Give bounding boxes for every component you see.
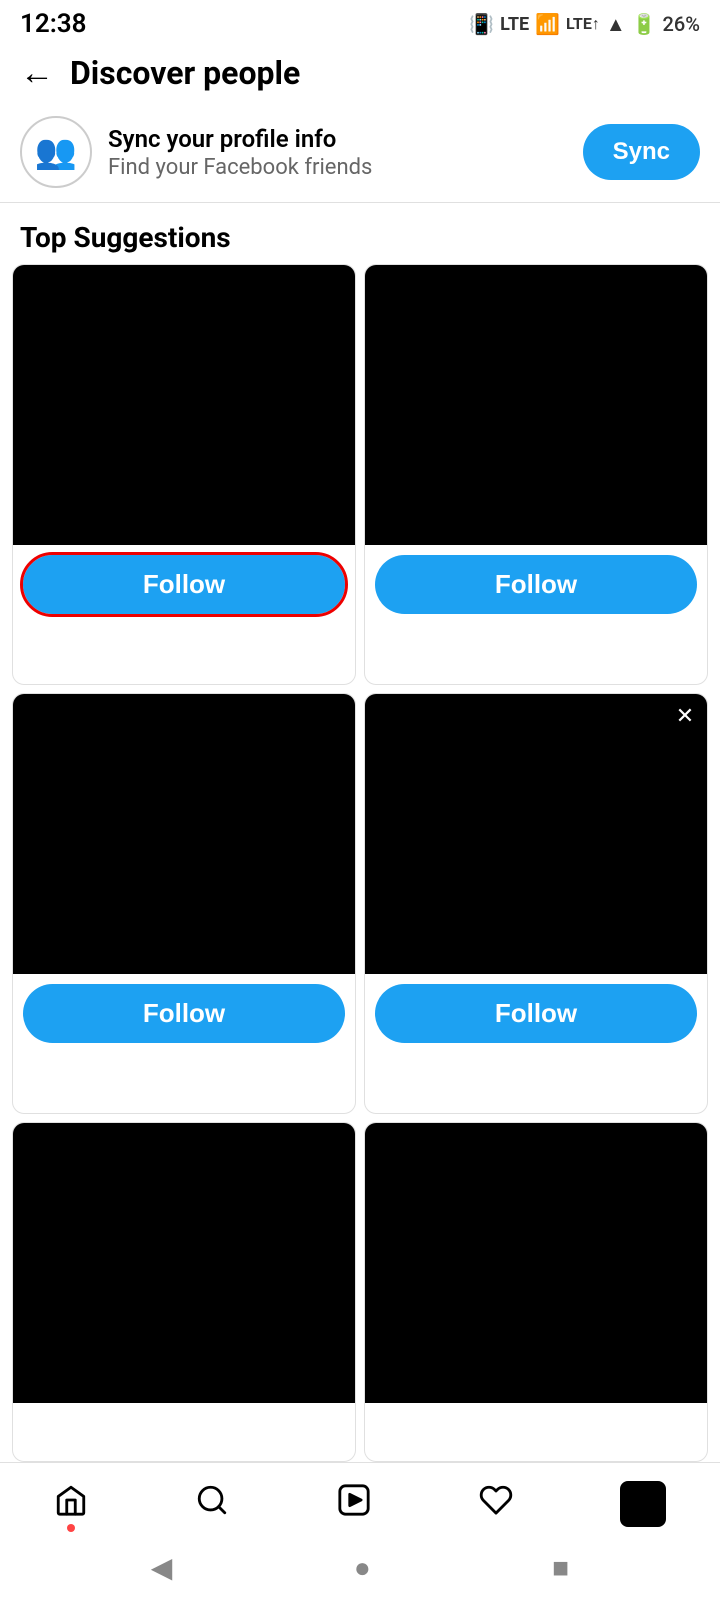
wifi-icon: 📶 — [535, 12, 560, 36]
card-image-4 — [365, 694, 707, 974]
status-time: 12:38 — [20, 9, 87, 39]
suggestions-grid: Follow Follow Follow ✕ Follow — [0, 264, 720, 1462]
card-footer-4: Follow — [365, 974, 707, 1055]
follow-button-1[interactable]: Follow — [23, 555, 345, 614]
system-home-button[interactable]: ● — [354, 1551, 371, 1584]
reels-icon — [337, 1483, 371, 1526]
suggestion-card-4: ✕ Follow — [364, 693, 708, 1114]
follow-button-2[interactable]: Follow — [375, 555, 697, 614]
sync-people-icon: 👥 — [35, 132, 77, 172]
sync-subtitle: Find your Facebook friends — [108, 155, 567, 180]
sync-banner: 👥 Sync your profile info Find your Faceb… — [0, 102, 720, 203]
sync-text-wrap: Sync your profile info Find your Faceboo… — [108, 125, 567, 180]
heart-icon — [479, 1483, 513, 1526]
system-recents-button[interactable]: ■ — [552, 1551, 569, 1584]
card-footer-1: Follow — [13, 545, 355, 626]
signal-icon: ▲ — [606, 12, 626, 37]
home-dot — [67, 1524, 75, 1532]
card-image-5 — [13, 1123, 355, 1403]
card-image-1 — [13, 265, 355, 545]
page-header: ← Discover people — [0, 44, 720, 102]
card-image-6 — [365, 1123, 707, 1403]
bottom-nav — [0, 1462, 720, 1539]
back-button[interactable]: ← — [20, 56, 54, 90]
system-back-button[interactable]: ◀ — [151, 1551, 173, 1584]
sync-button[interactable]: Sync — [583, 124, 700, 180]
card-image-3 — [13, 694, 355, 974]
follow-button-4[interactable]: Follow — [375, 984, 697, 1043]
page-title: Discover people — [70, 54, 300, 92]
search-icon — [195, 1483, 229, 1526]
card-image-2 — [365, 265, 707, 545]
status-bar: 12:38 📳 LTE 📶 LTE↑ ▲ 🔋 26% — [0, 0, 720, 44]
nav-item-likes[interactable] — [459, 1479, 533, 1530]
lte-icon: LTE — [500, 14, 529, 35]
home-icon — [54, 1483, 88, 1526]
vibrate-icon: 📳 — [469, 12, 494, 36]
suggestion-card-6 — [364, 1122, 708, 1462]
suggestion-card-5 — [12, 1122, 356, 1462]
card-footer-3: Follow — [13, 974, 355, 1055]
section-title: Top Suggestions — [0, 203, 720, 264]
follow-button-3[interactable]: Follow — [23, 984, 345, 1043]
status-icons: 📳 LTE 📶 LTE↑ ▲ 🔋 26% — [469, 12, 700, 37]
battery-icon: 🔋 — [632, 12, 657, 36]
nav-item-search[interactable] — [175, 1479, 249, 1530]
battery-level: 26% — [663, 12, 700, 36]
close-icon-4[interactable]: ✕ — [671, 702, 699, 730]
suggestion-card-1: Follow — [12, 264, 356, 685]
nav-item-reels[interactable] — [317, 1479, 391, 1530]
system-nav: ◀ ● ■ — [0, 1539, 720, 1600]
profile-avatar — [620, 1481, 666, 1527]
suggestion-card-3: Follow — [12, 693, 356, 1114]
card-footer-2: Follow — [365, 545, 707, 626]
suggestion-card-2: Follow — [364, 264, 708, 685]
sync-title: Sync your profile info — [108, 125, 567, 153]
lte2-icon: LTE↑ — [566, 14, 600, 34]
sync-icon-wrap: 👥 — [20, 116, 92, 188]
nav-item-home[interactable] — [34, 1479, 108, 1530]
nav-item-profile[interactable] — [600, 1477, 686, 1531]
